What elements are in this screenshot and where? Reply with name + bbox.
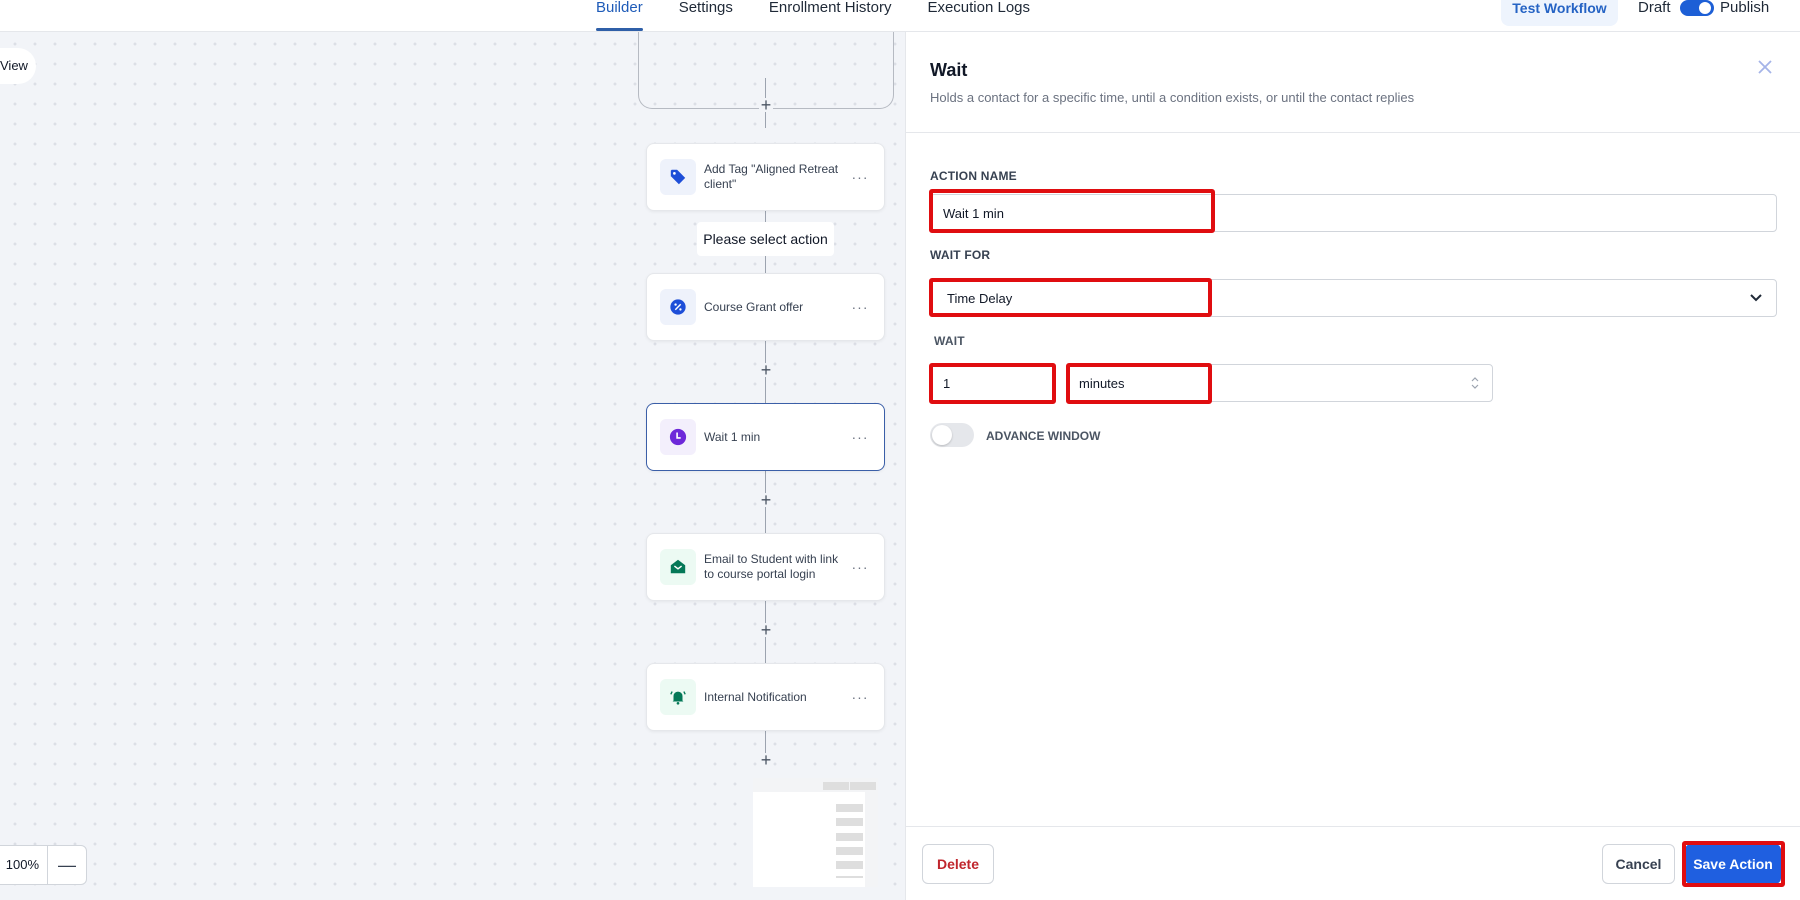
tab-settings[interactable]: Settings bbox=[679, 0, 733, 32]
wait-amount-input[interactable]: 1 bbox=[930, 364, 1055, 402]
minimap-node bbox=[836, 833, 863, 841]
workflow-node-internal-notification[interactable]: Internal Notification ··· bbox=[646, 663, 885, 731]
node-label: Wait 1 min bbox=[704, 429, 761, 444]
wait-label: WAIT bbox=[934, 334, 965, 348]
add-step-button[interactable]: + bbox=[759, 751, 773, 769]
delete-button[interactable]: Delete bbox=[922, 844, 994, 884]
zoom-control: 100% — bbox=[0, 845, 87, 885]
chevron-down-icon bbox=[1750, 294, 1762, 302]
minimap-node bbox=[836, 847, 863, 855]
minimap-node bbox=[836, 818, 863, 826]
select-arrows-icon bbox=[1471, 377, 1479, 389]
workflow-node-email[interactable]: Email to Student with link to course por… bbox=[646, 533, 885, 601]
tab-builder[interactable]: Builder bbox=[596, 0, 643, 32]
node-label: Email to Student with link to course por… bbox=[704, 552, 839, 581]
node-more-button[interactable]: ··· bbox=[848, 559, 872, 575]
discount-badge-icon bbox=[660, 289, 696, 325]
tab-enrollment-history[interactable]: Enrollment History bbox=[769, 0, 892, 32]
action-settings-panel: Wait Holds a contact for a specific time… bbox=[905, 32, 1800, 900]
wait-unit-select[interactable]: minutes bbox=[1066, 364, 1493, 402]
draft-label: Draft bbox=[1638, 0, 1671, 16]
select-action-hint: Please select action bbox=[697, 222, 834, 256]
workflow-canvas[interactable]: View + Please select action + + + + Add … bbox=[0, 32, 905, 900]
zoom-level: 100% bbox=[0, 846, 48, 884]
minimap-bar bbox=[850, 782, 876, 790]
minimap-node bbox=[836, 861, 863, 869]
close-icon[interactable] bbox=[1756, 58, 1774, 76]
wait-unit-value: minutes bbox=[1079, 375, 1125, 391]
add-step-button[interactable]: + bbox=[759, 491, 773, 509]
minimap-node bbox=[836, 876, 863, 878]
node-more-button[interactable]: ··· bbox=[848, 169, 872, 185]
minimap-node bbox=[836, 804, 863, 812]
top-bar: Builder Settings Enrollment History Exec… bbox=[0, 0, 1800, 32]
workflow-tabs: Builder Settings Enrollment History Exec… bbox=[596, 0, 1066, 32]
minimap-viewport bbox=[753, 792, 865, 887]
node-label: Course Grant offer bbox=[704, 299, 804, 314]
test-workflow-button[interactable]: Test Workflow bbox=[1501, 0, 1618, 26]
workflow-node-wait[interactable]: Wait 1 min ··· bbox=[646, 403, 885, 471]
node-more-button[interactable]: ··· bbox=[848, 689, 872, 705]
advance-window-label: ADVANCE WINDOW bbox=[986, 429, 1101, 443]
wait-for-value: Time Delay bbox=[947, 290, 1013, 306]
publish-toggle[interactable] bbox=[1680, 0, 1714, 16]
divider bbox=[906, 132, 1800, 133]
add-step-button[interactable]: + bbox=[759, 621, 773, 639]
node-more-button[interactable]: ··· bbox=[848, 429, 872, 445]
clock-icon bbox=[660, 419, 696, 455]
minimap-bar bbox=[823, 782, 849, 790]
envelope-open-icon bbox=[660, 549, 696, 585]
view-button[interactable]: View bbox=[0, 48, 36, 84]
tab-execution-logs[interactable]: Execution Logs bbox=[927, 0, 1030, 32]
cancel-button[interactable]: Cancel bbox=[1602, 844, 1675, 884]
add-step-button[interactable]: + bbox=[759, 361, 773, 379]
bell-ringing-icon bbox=[660, 679, 696, 715]
panel-subtitle: Holds a contact for a specific time, unt… bbox=[930, 90, 1415, 105]
minimap[interactable] bbox=[753, 778, 878, 887]
panel-title: Wait bbox=[930, 60, 968, 80]
action-name-input[interactable]: Wait 1 min bbox=[930, 194, 1777, 232]
save-action-button[interactable]: Save Action bbox=[1685, 844, 1781, 884]
wait-for-select[interactable]: Time Delay bbox=[930, 279, 1777, 317]
add-step-button[interactable]: + bbox=[759, 96, 773, 114]
divider bbox=[906, 826, 1800, 827]
workflow-node-add-tag[interactable]: Add Tag "Aligned Retreat client" ··· bbox=[646, 143, 885, 211]
advance-window-toggle[interactable] bbox=[930, 423, 974, 447]
workflow-node-course-grant[interactable]: Course Grant offer ··· bbox=[646, 273, 885, 341]
node-label: Internal Notification bbox=[704, 689, 807, 704]
node-label: Add Tag "Aligned Retreat client" bbox=[704, 162, 839, 191]
node-more-button[interactable]: ··· bbox=[848, 299, 872, 315]
tag-icon bbox=[660, 159, 696, 195]
zoom-out-button[interactable]: — bbox=[48, 846, 86, 884]
action-name-label: ACTION NAME bbox=[930, 169, 1017, 183]
wait-for-label: WAIT FOR bbox=[930, 248, 991, 262]
publish-label: Publish bbox=[1720, 0, 1770, 16]
